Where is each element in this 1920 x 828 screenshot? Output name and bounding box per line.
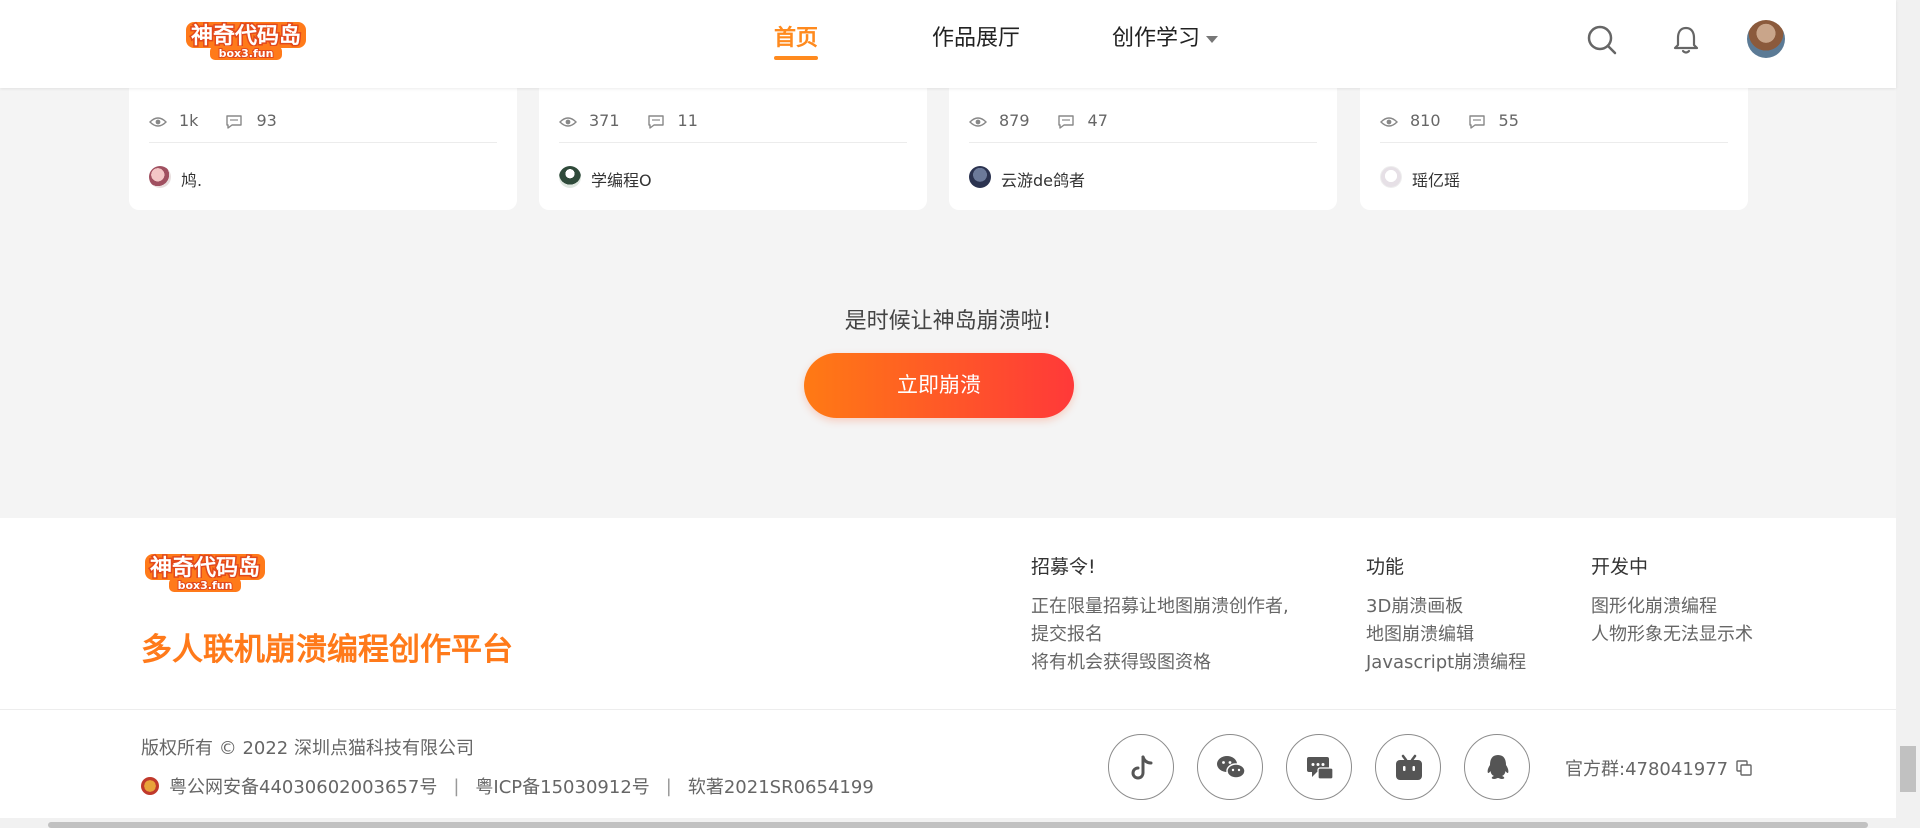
footer-logo[interactable]: 神奇代码岛 box3.fun — [139, 550, 271, 594]
footer-link[interactable]: 图形化崩溃编程 — [1591, 593, 1753, 621]
vertical-scrollbar-thumb[interactable] — [1900, 746, 1916, 792]
card-divider — [559, 142, 907, 143]
nav-gallery[interactable]: 作品展厅 — [932, 20, 1020, 52]
card-divider — [149, 142, 497, 143]
author-name[interactable]: 学编程O — [591, 167, 652, 191]
footer-col-title: 开发中 — [1591, 556, 1649, 578]
copyright-text: 版权所有 © 2022 深圳点猫科技有限公司 — [141, 738, 474, 759]
vertical-scrollbar[interactable] — [1896, 0, 1920, 828]
qq-icon[interactable] — [1464, 734, 1530, 800]
horizontal-scrollbar-thumb[interactable] — [48, 822, 1868, 828]
tiktok-icon[interactable] — [1108, 734, 1174, 800]
svg-text:box3.fun: box3.fun — [219, 47, 274, 60]
footer-col-title: 功能 — [1366, 556, 1405, 578]
author-name[interactable]: 瑶亿瑶 — [1412, 167, 1460, 191]
separator: | — [665, 775, 672, 797]
footer-link[interactable]: 3D崩溃画板 — [1366, 593, 1526, 621]
footer-link[interactable]: 提交报名 — [1031, 621, 1289, 649]
svg-text:神奇代码岛: 神奇代码岛 — [191, 23, 301, 49]
icp-reg-link[interactable]: 粤ICP备15030912号 — [475, 773, 649, 799]
bell-icon[interactable] — [1670, 24, 1702, 56]
chat-icon[interactable] — [1286, 734, 1352, 800]
registration-row: 粤公网安备44030602003657号 | 粤ICP备15030912号 | 软著20… — [141, 773, 874, 799]
nav-gallery-label: 作品展厅 — [932, 26, 1021, 51]
svg-text:box3.fun: box3.fun — [178, 579, 233, 592]
crash-now-button[interactable]: 立即崩溃 — [804, 353, 1074, 418]
wechat-icon[interactable] — [1197, 734, 1263, 800]
card-stats: 810 55 — [1380, 110, 1519, 130]
official-group: 官方群:478041977 — [1565, 755, 1752, 781]
view-count: 1k — [179, 111, 199, 130]
footer-link[interactable]: 将有机会获得毁图资格 — [1031, 649, 1289, 677]
footer: 神奇代码岛 box3.fun 多人联机崩溃编程创作平台 招募令! 正在限量招募让… — [0, 518, 1896, 828]
eye-icon — [559, 114, 577, 128]
footer-col-features: 功能 3D崩溃画板 地图崩溃编辑 Javascript崩溃编程 — [1366, 552, 1526, 677]
nav-home[interactable]: 首页 — [774, 20, 819, 60]
view-count: 371 — [589, 111, 620, 130]
svg-text:神奇代码岛: 神奇代码岛 — [150, 555, 260, 581]
comment-icon — [1468, 114, 1487, 129]
card-divider — [969, 142, 1317, 143]
site-logo[interactable]: 神奇代码岛 box3.fun — [180, 18, 312, 62]
comment-icon — [226, 114, 244, 129]
cta-text: 是时候让神岛崩溃啦! — [844, 309, 1052, 334]
nav-active-underline — [774, 56, 819, 60]
footer-link[interactable]: 正在限量招募让地图崩溃创作者, — [1031, 593, 1289, 621]
search-icon[interactable] — [1586, 24, 1618, 56]
eye-icon — [969, 114, 987, 128]
comment-count: 47 — [1087, 111, 1108, 130]
software-reg-text: 软著2021SR0654199 — [687, 777, 874, 798]
nav-learn[interactable]: 创作学习 — [1112, 20, 1219, 52]
view-count: 810 — [1410, 111, 1441, 130]
comment-icon — [647, 114, 666, 129]
police-reg-link[interactable]: 粤公网安备44030602003657号 — [169, 773, 437, 799]
qq-group-number: 官方群:478041977 — [1565, 759, 1729, 780]
footer-link[interactable]: 地图崩溃编辑 — [1366, 621, 1526, 649]
nav-home-label: 首页 — [774, 26, 819, 51]
separator: | — [453, 775, 460, 797]
card-stats: 879 47 — [969, 110, 1108, 130]
footer-link[interactable]: 人物形象无法显示术 — [1591, 621, 1753, 649]
top-header: 神奇代码岛 box3.fun 首页 作品展厅 创作学习 — [0, 0, 1896, 88]
comment-icon — [1057, 114, 1076, 129]
comment-count: 55 — [1498, 111, 1519, 130]
footer-col-dev: 开发中 图形化崩溃编程 人物形象无法显示术 — [1591, 552, 1753, 649]
card-stats: 371 11 — [559, 110, 698, 130]
footer-col-recruit: 招募令! 正在限量招募让地图崩溃创作者, 提交报名 将有机会获得毁图资格 — [1031, 552, 1289, 677]
card-stats: 1k 93 — [149, 110, 277, 130]
card-divider — [1380, 142, 1728, 143]
slogan: 多人联机崩溃编程创作平台 — [141, 632, 513, 668]
view-count: 879 — [999, 111, 1030, 130]
author-avatar[interactable] — [1380, 166, 1402, 188]
footer-col-title: 招募令! — [1031, 556, 1096, 578]
author-name[interactable]: 云游de鸽者 — [1001, 167, 1085, 191]
footer-divider — [0, 709, 1896, 710]
comment-count: 11 — [677, 111, 698, 130]
user-avatar[interactable] — [1747, 20, 1785, 58]
author-name[interactable]: 鸠. — [181, 167, 202, 191]
footer-link[interactable]: Javascript崩溃编程 — [1366, 649, 1526, 677]
police-badge-icon — [141, 777, 159, 795]
bilibili-icon[interactable] — [1375, 734, 1441, 800]
author-avatar[interactable] — [969, 166, 991, 188]
eye-icon — [149, 114, 167, 128]
copy-icon[interactable] — [1736, 759, 1752, 781]
nav-learn-label: 创作学习 — [1112, 26, 1201, 51]
author-avatar[interactable] — [149, 166, 171, 188]
author-avatar[interactable] — [559, 166, 581, 188]
eye-icon — [1380, 114, 1398, 128]
chevron-down-icon — [1206, 35, 1219, 43]
comment-count: 93 — [256, 111, 277, 130]
